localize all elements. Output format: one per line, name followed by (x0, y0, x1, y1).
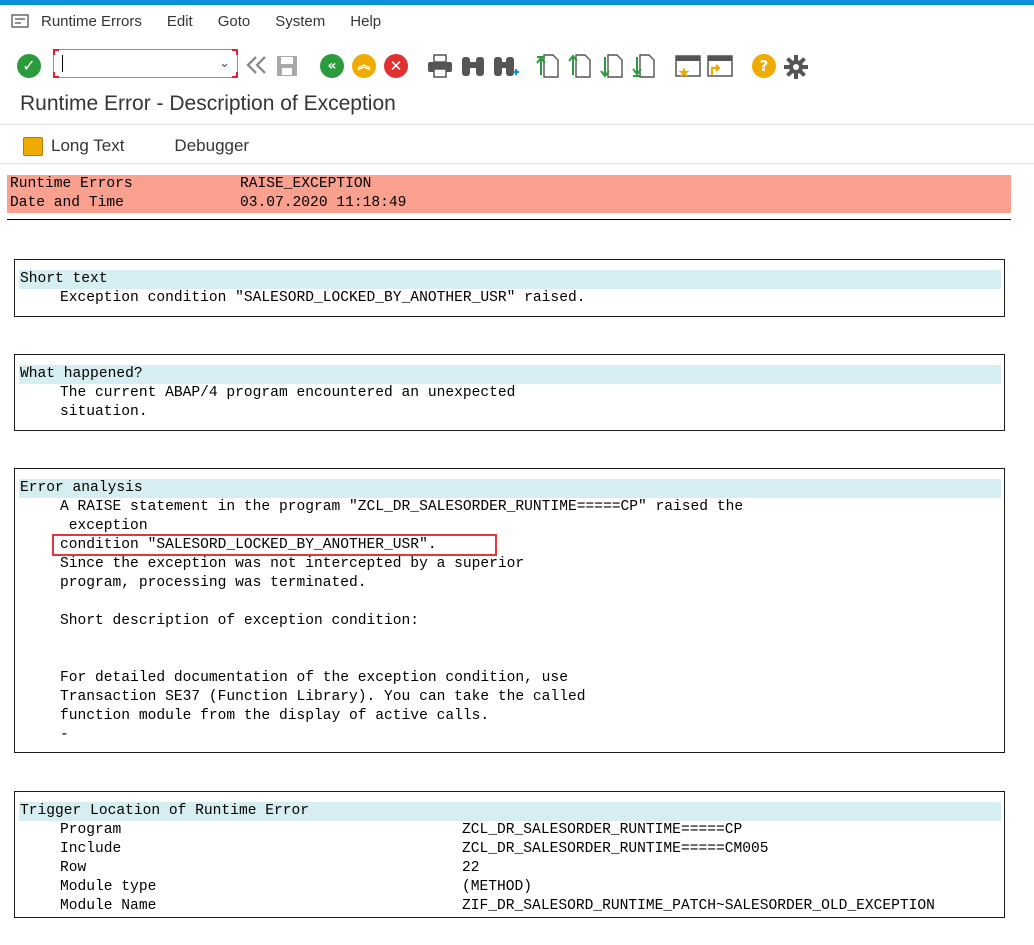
include-label: Include (60, 841, 122, 857)
row-value: 22 (462, 860, 480, 876)
section-title: Error analysis (19, 479, 1001, 498)
module-name-label: Module Name (60, 898, 157, 914)
date-time-value: 03.07.2020 11:18:49 (240, 195, 407, 211)
highlight-box (52, 534, 497, 556)
text-line: program, processing was terminated. (60, 575, 367, 591)
page-title: Runtime Error - Description of Exception (20, 92, 396, 115)
text-line: Short description of exception condition… (60, 613, 420, 629)
date-time-label: Date and Time (10, 195, 124, 211)
error-analysis-section: Error analysis A RAISE statement in the … (14, 468, 1005, 753)
chevron-down-icon[interactable]: ⌄ (219, 55, 230, 71)
next-page-icon[interactable] (600, 53, 624, 84)
shortcut-icon[interactable] (706, 53, 734, 84)
text-line: Since the exception was not intercepted … (60, 556, 525, 572)
first-page-icon[interactable] (536, 53, 560, 84)
section-title: Short text (19, 270, 1001, 289)
program-label: Program (60, 822, 122, 838)
program-value: ZCL_DR_SALESORDER_RUNTIME=====CP (462, 822, 743, 838)
menu-system[interactable]: System (275, 13, 325, 30)
save-icon[interactable] (275, 54, 299, 83)
text-line: - (60, 727, 69, 743)
text-line: situation. (60, 404, 148, 420)
divider (0, 163, 1034, 164)
application-toolbar: Long Text Debugger (0, 131, 1034, 161)
text-line: The current ABAP/4 program encountered a… (60, 385, 516, 401)
menu-bar: Runtime Errors Edit Goto System Help (0, 5, 1034, 37)
runtime-errors-label: Runtime Errors (10, 176, 133, 192)
find-next-icon[interactable] (492, 54, 520, 85)
long-text-button[interactable]: Long Text (51, 136, 124, 156)
short-text-section: Short text Exception condition "SALESORD… (14, 259, 1005, 317)
text-line: function module from the display of acti… (60, 708, 490, 724)
text-line: A RAISE statement in the program "ZCL_DR… (60, 499, 744, 515)
enter-icon[interactable]: ✓ (17, 54, 41, 78)
menu-edit[interactable]: Edit (167, 13, 193, 30)
long-text-icon[interactable] (23, 136, 43, 156)
divider (0, 124, 1034, 125)
runtime-errors-value: RAISE_EXCEPTION (240, 176, 372, 192)
section-title: What happened? (19, 365, 1001, 384)
header-row-runtime-errors: Runtime Errors RAISE_EXCEPTION (7, 175, 1011, 194)
print-icon[interactable] (427, 54, 453, 83)
what-happened-section: What happened? The current ABAP/4 progra… (14, 354, 1005, 431)
row-label: Row (60, 860, 87, 876)
command-field[interactable]: ⌄ (53, 49, 238, 78)
include-value: ZCL_DR_SALESORDER_RUNTIME=====CM005 (462, 841, 769, 857)
last-page-icon[interactable] (632, 53, 656, 84)
settings-icon[interactable] (783, 54, 809, 85)
find-icon[interactable] (460, 54, 486, 83)
help-icon[interactable]: ? (752, 54, 776, 78)
cancel-icon[interactable]: ✕ (384, 54, 408, 78)
text-line: Transaction SE37 (Function Library). You… (60, 689, 586, 705)
create-session-icon[interactable] (674, 53, 702, 84)
module-type-value: (METHOD) (462, 879, 533, 895)
header-underline (7, 219, 1011, 220)
back-icon[interactable] (245, 54, 269, 81)
module-type-label: Module type (60, 879, 157, 895)
menu-goto[interactable]: Goto (218, 13, 251, 30)
debugger-button[interactable]: Debugger (174, 136, 249, 156)
previous-page-icon[interactable] (568, 53, 592, 84)
section-title: Trigger Location of Runtime Error (19, 802, 1001, 821)
text-line: Exception condition "SALESORD_LOCKED_BY_… (60, 290, 586, 306)
text-line: For detailed documentation of the except… (60, 670, 568, 686)
module-name-value: ZIF_DR_SALESORD_RUNTIME_PATCH~SALESORDER… (462, 898, 935, 914)
header-row-date-time: Date and Time 03.07.2020 11:18:49 (7, 194, 1011, 213)
exit-icon[interactable]: ︽ (352, 54, 376, 78)
system-toolbar: ✓ ⌄ « ︽ ✕ ? (0, 45, 1034, 87)
back-green-icon[interactable]: « (320, 54, 344, 78)
menu-runtime-errors[interactable]: Runtime Errors (41, 13, 142, 30)
menu-icon[interactable] (11, 14, 29, 28)
trigger-location-section: Trigger Location of Runtime Error Progra… (14, 791, 1005, 918)
menu-help[interactable]: Help (350, 13, 381, 30)
